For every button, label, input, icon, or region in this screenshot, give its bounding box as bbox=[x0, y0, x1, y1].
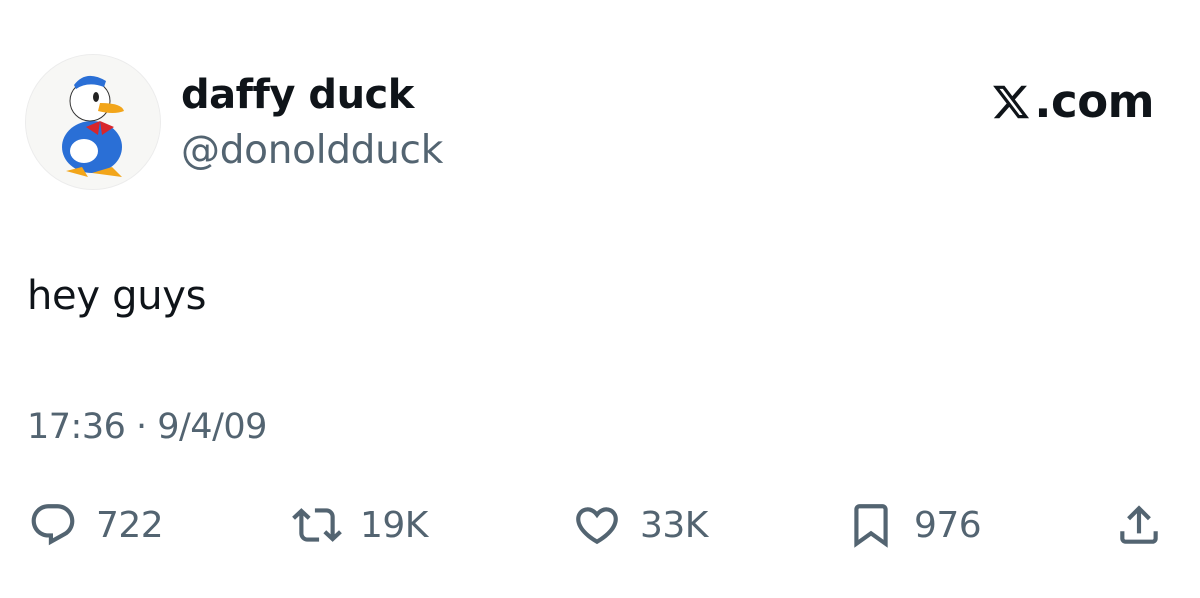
bookmark-icon bbox=[854, 504, 888, 548]
tweet-actions: 722 19K 33K 976 bbox=[0, 497, 1200, 553]
repost-button[interactable]: 19K bbox=[292, 497, 428, 553]
brand-domain: .com bbox=[1034, 75, 1154, 128]
display-name[interactable]: daffy duck bbox=[181, 70, 414, 120]
like-count: 33K bbox=[640, 504, 708, 546]
heart-icon bbox=[576, 507, 618, 545]
tweet-card: daffy duck @donoldduck .com hey guys 17:… bbox=[0, 0, 1200, 598]
like-button[interactable]: 33K bbox=[572, 497, 708, 553]
donald-duck-avatar-icon bbox=[26, 55, 160, 189]
avatar[interactable] bbox=[25, 54, 161, 190]
bookmark-count: 976 bbox=[914, 504, 982, 546]
reply-count: 722 bbox=[96, 504, 164, 546]
repost-icon bbox=[292, 508, 342, 542]
x-brand: .com bbox=[991, 74, 1154, 130]
user-handle[interactable]: @donoldduck bbox=[181, 126, 443, 176]
share-icon bbox=[1120, 505, 1158, 544]
repost-count: 19K bbox=[360, 504, 428, 546]
x-logo-icon bbox=[993, 85, 1030, 119]
bookmark-button[interactable]: 976 bbox=[846, 497, 982, 553]
tweet-timestamp[interactable]: 17:36 · 9/4/09 bbox=[27, 404, 267, 450]
reply-button[interactable]: 722 bbox=[28, 497, 164, 553]
tweet-text: hey guys bbox=[27, 273, 207, 319]
share-button[interactable] bbox=[1114, 497, 1164, 553]
reply-icon bbox=[31, 504, 75, 546]
